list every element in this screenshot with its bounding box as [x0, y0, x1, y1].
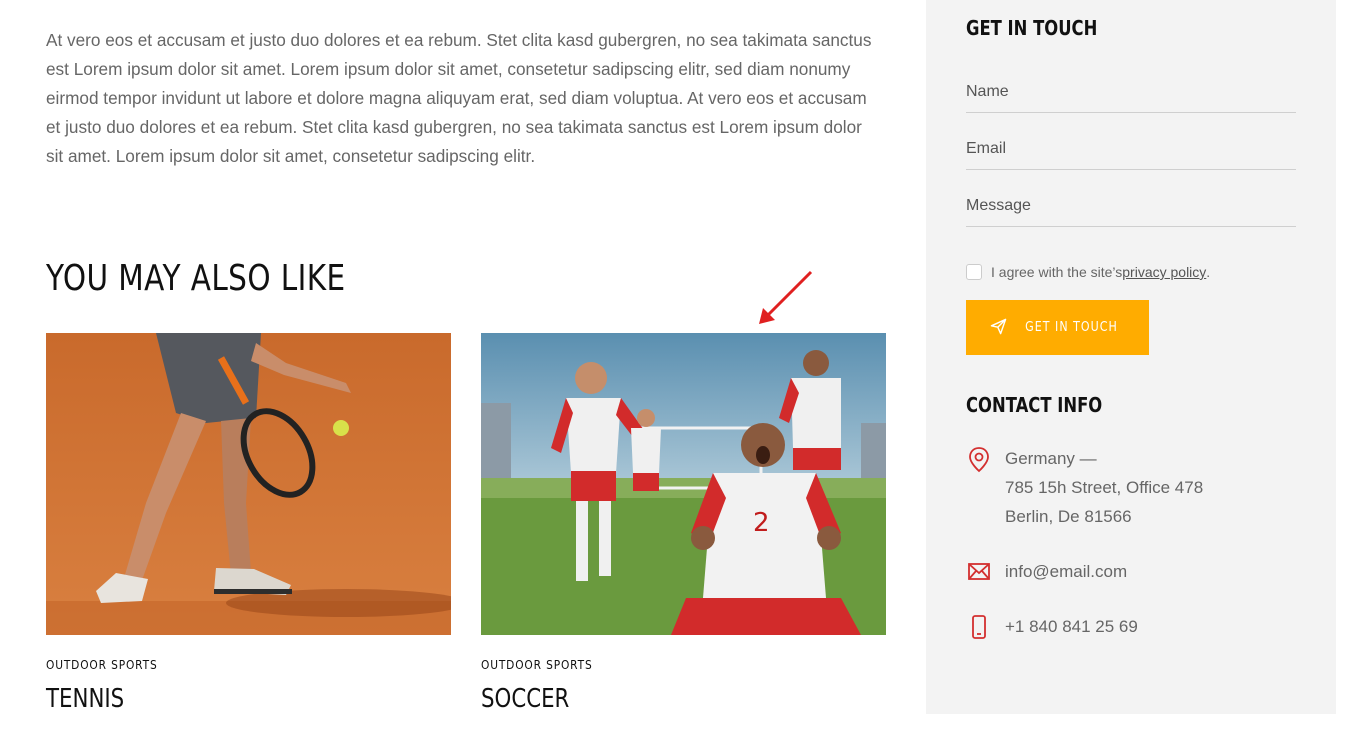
tennis-photo[interactable]	[46, 333, 451, 635]
email-row: info@email.com	[966, 557, 1127, 588]
related-card-tennis[interactable]: OUTDOOR SPORTS TENNIS	[46, 333, 451, 714]
contact-email[interactable]: info@email.com	[1005, 557, 1127, 586]
mobile-phone-icon	[966, 612, 994, 645]
get-in-touch-button-label: GET IN TOUCH	[1024, 320, 1118, 335]
card-category[interactable]: OUTDOOR SPORTS	[481, 657, 825, 672]
article-paragraph: At vero eos et accusam et justo duo dolo…	[46, 30, 872, 166]
name-field[interactable]	[966, 71, 1296, 113]
soccer-photo[interactable]: 2	[481, 333, 886, 635]
card-category[interactable]: OUTDOOR SPORTS	[46, 657, 390, 672]
privacy-checkbox[interactable]	[966, 264, 982, 280]
contact-form-title: GET IN TOUCH	[966, 16, 1098, 40]
contact-phone[interactable]: +1 840 841 25 69	[1005, 612, 1138, 641]
phone-row: +1 840 841 25 69	[966, 612, 1138, 645]
send-icon	[990, 318, 1007, 338]
message-field[interactable]	[966, 185, 1296, 227]
get-in-touch-button[interactable]: GET IN TOUCH	[966, 300, 1149, 355]
agree-text: I agree with the site’s	[991, 264, 1123, 280]
related-card-soccer[interactable]: 2 OUTDOOR SPORTS SOCCER	[481, 333, 886, 714]
sidebar: GET IN TOUCH I agree with the site’s pri…	[926, 0, 1336, 714]
email-field[interactable]	[966, 128, 1296, 170]
related-section-title: YOU MAY ALSO LIKE	[46, 258, 346, 299]
location-pin-icon	[966, 444, 994, 479]
address-line-3: Berlin, De 81566	[1005, 507, 1132, 526]
address-row: Germany — 785 15h Street, Office 478 Ber…	[966, 444, 1203, 531]
privacy-policy-link[interactable]: privacy policy	[1122, 264, 1206, 280]
address-line-2: 785 15h Street, Office 478	[1005, 478, 1204, 497]
agree-suffix: .	[1206, 264, 1211, 280]
annotation-arrow	[759, 270, 813, 324]
card-title[interactable]: SOCCER	[481, 684, 813, 714]
card-title[interactable]: TENNIS	[46, 684, 378, 714]
privacy-agreement: I agree with the site’s privacy policy .	[966, 264, 1210, 280]
contact-info-title: CONTACT INFO	[966, 393, 1103, 417]
envelope-icon	[966, 557, 994, 588]
svg-text:2: 2	[753, 508, 770, 538]
address-line-1: Germany —	[1005, 449, 1097, 468]
